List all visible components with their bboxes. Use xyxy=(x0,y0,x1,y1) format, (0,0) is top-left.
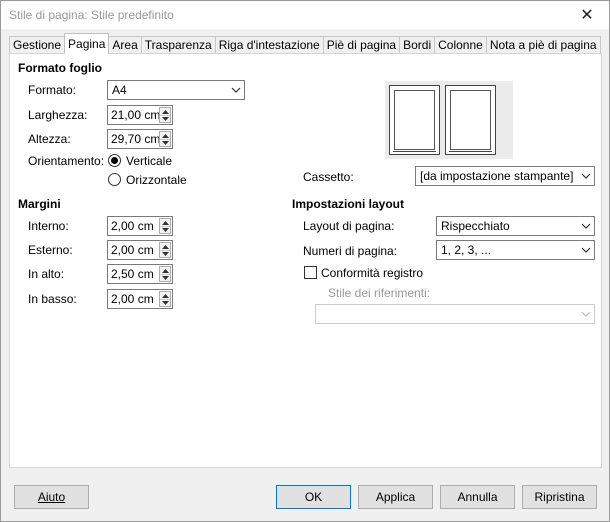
spin-buttons[interactable] xyxy=(159,131,171,147)
ok-button[interactable]: OK xyxy=(276,485,351,509)
formato-value: A4 xyxy=(112,83,127,97)
tab-trasparenza[interactable]: Trasparenza xyxy=(140,36,216,54)
in-basso-value: 2,00 cm xyxy=(111,292,154,306)
tab-nota-pie-di-pagina[interactable]: Nota a piè di pagina xyxy=(485,36,601,54)
spin-up-icon[interactable] xyxy=(160,132,170,139)
page-right-icon xyxy=(445,85,496,155)
in-basso-spin[interactable]: 2,00 cm xyxy=(107,289,173,309)
altezza-label: Altezza: xyxy=(28,132,71,146)
ripristina-label: Ripristina xyxy=(534,490,585,504)
in-alto-spin[interactable]: 2,50 cm xyxy=(107,264,173,284)
spin-buttons[interactable] xyxy=(159,266,171,282)
cassetto-label: Cassetto: xyxy=(303,170,354,184)
section-title-margini: Margini xyxy=(18,197,61,211)
esterno-spin[interactable]: 2,00 cm xyxy=(107,240,173,260)
tab-colonne[interactable]: Colonne xyxy=(434,36,487,54)
in-alto-label: In alto: xyxy=(28,267,65,281)
spin-buttons[interactable] xyxy=(159,218,171,234)
esterno-value: 2,00 cm xyxy=(111,243,154,257)
spin-buttons[interactable] xyxy=(159,107,171,123)
title-bar: Stile di pagina: Stile predefinito ✕ xyxy=(1,1,609,29)
cassetto-value: [da impostazione stampante] xyxy=(420,169,574,183)
altezza-spin[interactable]: 29,70 cm xyxy=(107,129,173,149)
page-style-dialog: Stile di pagina: Stile predefinito ✕ Ges… xyxy=(0,0,610,522)
verticale-radio[interactable] xyxy=(108,154,121,167)
esterno-label: Esterno: xyxy=(28,243,73,257)
in-basso-label: In basso: xyxy=(28,292,77,306)
spin-up-icon[interactable] xyxy=(160,292,170,299)
annulla-button[interactable]: Annulla xyxy=(440,485,515,509)
tab-riga-intestazione[interactable]: Riga d'intestazione xyxy=(214,36,324,54)
tab-panel-pagina: Formato foglio Formato: A4 Larghezza: 21… xyxy=(9,53,602,468)
ripristina-button[interactable]: Ripristina xyxy=(522,485,597,509)
conformita-registro-checkbox[interactable] xyxy=(304,266,317,279)
in-alto-value: 2,50 cm xyxy=(111,267,154,281)
larghezza-value: 21,00 cm xyxy=(111,108,161,122)
aiuto-button[interactable]: Aiuto xyxy=(14,485,89,509)
numeri-pagina-select[interactable]: 1, 2, 3, ... xyxy=(436,240,595,260)
spin-down-icon[interactable] xyxy=(160,274,170,281)
chevron-down-icon[interactable] xyxy=(577,217,594,235)
larghezza-spin[interactable]: 21,00 cm xyxy=(107,105,173,125)
section-title-formato-foglio: Formato foglio xyxy=(18,61,102,75)
formato-select[interactable]: A4 xyxy=(107,80,245,100)
tab-area[interactable]: Area xyxy=(108,36,142,54)
spin-down-icon[interactable] xyxy=(160,139,170,146)
spin-up-icon[interactable] xyxy=(160,243,170,250)
applica-button[interactable]: Applica xyxy=(358,485,433,509)
stile-riferimenti-select[interactable] xyxy=(315,304,595,324)
spin-buttons[interactable] xyxy=(159,291,171,307)
numeri-pagina-label: Numeri di pagina: xyxy=(303,244,398,258)
numeri-pagina-value: 1, 2, 3, ... xyxy=(441,243,492,257)
spin-down-icon[interactable] xyxy=(160,299,170,306)
spin-up-icon[interactable] xyxy=(160,267,170,274)
chevron-down-icon[interactable] xyxy=(227,81,244,99)
altezza-value: 29,70 cm xyxy=(111,132,161,146)
layout-pagina-label: Layout di pagina: xyxy=(303,219,395,233)
spin-up-icon[interactable] xyxy=(160,219,170,226)
tab-gestione[interactable]: Gestione xyxy=(9,36,66,54)
orientamento-label: Orientamento: xyxy=(28,154,105,168)
applica-label: Applica xyxy=(375,490,416,504)
verticale-label[interactable]: Verticale xyxy=(126,154,172,168)
close-icon: ✕ xyxy=(580,7,594,24)
tab-bar: Gestione Pagina Area Trasparenza Riga d'… xyxy=(9,33,601,54)
chevron-down-icon xyxy=(577,305,594,323)
layout-pagina-value: Rispecchiato xyxy=(441,219,510,233)
formato-label: Formato: xyxy=(28,83,77,97)
interno-spin[interactable]: 2,00 cm xyxy=(107,216,173,236)
window-title: Stile di pagina: Stile predefinito xyxy=(9,8,174,22)
page-preview xyxy=(385,81,513,159)
larghezza-label: Larghezza: xyxy=(28,108,88,122)
orizzontale-label[interactable]: Orizzontale xyxy=(126,173,187,187)
ok-label: OK xyxy=(304,490,323,504)
conformita-registro-label[interactable]: Conformità registro xyxy=(321,266,423,280)
spin-down-icon[interactable] xyxy=(160,115,170,122)
section-title-impostazioni-layout: Impostazioni layout xyxy=(292,197,405,211)
aiuto-label: Aiuto xyxy=(37,490,66,504)
stile-riferimenti-label: Stile dei riferimenti: xyxy=(328,286,431,300)
annulla-label: Annulla xyxy=(457,490,498,504)
tab-bordi[interactable]: Bordi xyxy=(399,36,436,54)
spin-buttons[interactable] xyxy=(159,242,171,258)
spin-up-icon[interactable] xyxy=(160,108,170,115)
chevron-down-icon[interactable] xyxy=(577,241,594,259)
layout-pagina-select[interactable]: Rispecchiato xyxy=(436,216,595,236)
interno-value: 2,00 cm xyxy=(111,219,154,233)
tab-pagina[interactable]: Pagina xyxy=(64,33,110,54)
tab-pie-di-pagina[interactable]: Piè di pagina xyxy=(322,36,401,54)
spin-down-icon[interactable] xyxy=(160,250,170,257)
spin-down-icon[interactable] xyxy=(160,226,170,233)
cassetto-select[interactable]: [da impostazione stampante] xyxy=(415,166,595,186)
close-button[interactable]: ✕ xyxy=(565,1,609,29)
chevron-down-icon[interactable] xyxy=(577,167,594,185)
page-left-icon xyxy=(389,85,440,155)
orizzontale-radio[interactable] xyxy=(108,173,121,186)
interno-label: Interno: xyxy=(28,219,69,233)
